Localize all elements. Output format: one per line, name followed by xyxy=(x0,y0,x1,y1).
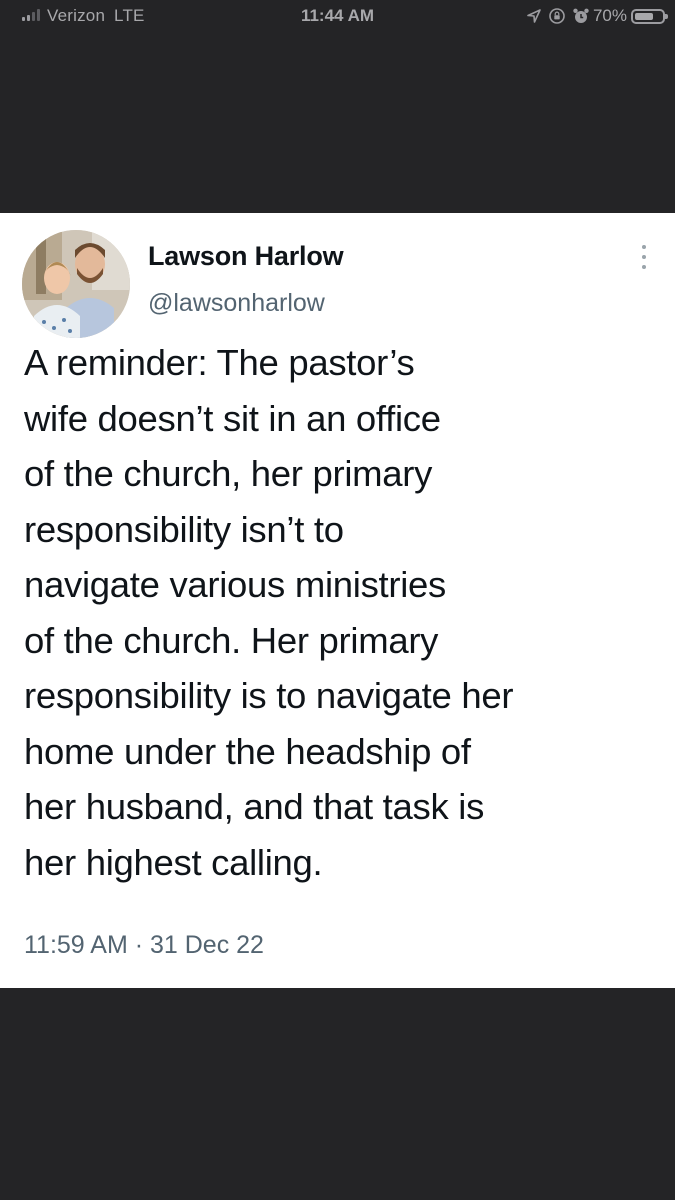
tweet-text-line: her husband, and that task is xyxy=(24,786,485,827)
tweet-text-line: responsibility isn’t to xyxy=(24,508,344,550)
tweet-text-line: home under the headship of xyxy=(24,730,471,772)
avatar[interactable] xyxy=(22,230,130,338)
tweet-text-line: of the church, her primary xyxy=(24,453,433,494)
tweet-card[interactable]: Lawson Harlow @lawsonharlow A reminder: … xyxy=(0,213,675,988)
user-handle[interactable]: @lawsonharlow xyxy=(148,289,325,318)
alarm-icon xyxy=(573,8,589,23)
profile-photo xyxy=(22,230,130,338)
tweet-timestamp[interactable]: 11:59 AM · 31 Dec 22 xyxy=(24,931,264,960)
status-icons: 70% xyxy=(526,5,668,27)
tweet-text-line: wife doesn’t sit in an office xyxy=(24,397,441,439)
battery-icon xyxy=(631,8,668,24)
battery-level xyxy=(635,12,654,20)
status-bar: Verizon LTE 11:44 AM 70% xyxy=(0,0,675,34)
location-icon xyxy=(527,9,541,23)
screen-lock-icon xyxy=(549,8,565,24)
screenshot: Verizon LTE 11:44 AM 70% Lawson Harlow @… xyxy=(0,0,675,1200)
tweet-text-line: navigate various ministries xyxy=(24,564,446,605)
battery-percent: 70% xyxy=(592,6,627,25)
tweet-text: A reminder: The pastor’s wife doesn’t si… xyxy=(24,335,664,890)
tweet-text-line: responsibility is to navigate her xyxy=(24,675,514,716)
more-vertical-icon[interactable] xyxy=(639,245,649,275)
tweet-text-line: her highest calling. xyxy=(24,841,323,883)
tweet-text-line: of the church. Her primary xyxy=(24,619,439,661)
display-name[interactable]: Lawson Harlow xyxy=(148,241,344,272)
tweet-text-line: A reminder: The pastor’s xyxy=(24,342,415,383)
